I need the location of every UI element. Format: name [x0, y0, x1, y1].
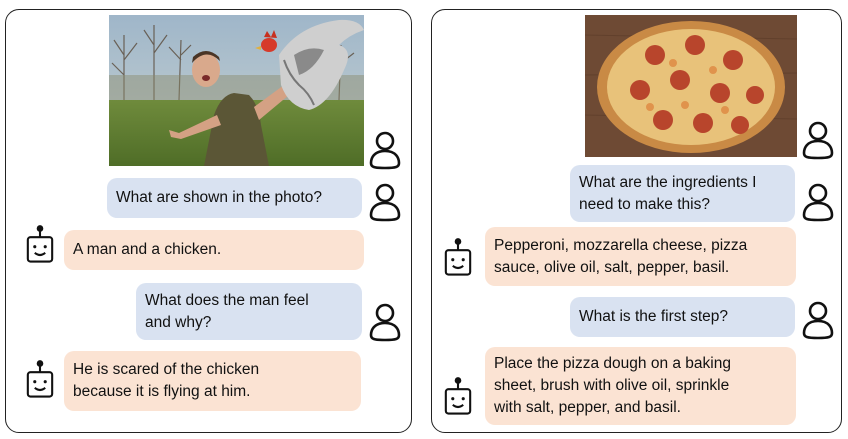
user-message-text: What are the ingredients I need to make …: [579, 173, 757, 213]
bot-message-text: Place the pizza dough on a baking sheet,…: [494, 355, 731, 416]
user-icon: [801, 182, 835, 222]
user-icon: [368, 182, 402, 222]
user-message: What does the man feel and why?: [136, 283, 362, 340]
user-message: What is the first step?: [570, 297, 795, 337]
user-icon: [801, 300, 835, 340]
robot-icon: [23, 225, 57, 265]
user-message-text: What are shown in the photo?: [116, 189, 322, 206]
bot-message-text: He is scared of the chicken because it i…: [73, 361, 260, 400]
bot-message-text: Pepperoni, mozzarella cheese, pizza sauc…: [494, 236, 748, 276]
robot-icon: [441, 238, 475, 278]
user-icon: [801, 120, 835, 160]
bot-message-text: A man and a chicken.: [73, 241, 222, 258]
bot-message: He is scared of the chicken because it i…: [64, 351, 361, 411]
robot-icon: [23, 360, 57, 400]
user-icon: [368, 130, 402, 170]
user-message-text: What does the man feel and why?: [145, 291, 309, 331]
photo-man-chicken: [109, 15, 364, 166]
user-message: What are the ingredients I need to make …: [570, 165, 795, 222]
robot-icon: [441, 377, 475, 417]
bot-message: Place the pizza dough on a baking sheet,…: [485, 347, 796, 425]
bot-message: A man and a chicken.: [64, 230, 364, 270]
user-message: What are shown in the photo?: [107, 178, 362, 218]
photo-pizza: [585, 15, 797, 157]
user-message-text: What is the first step?: [579, 308, 729, 325]
bot-message: Pepperoni, mozzarella cheese, pizza sauc…: [485, 227, 796, 286]
user-icon: [368, 302, 402, 342]
